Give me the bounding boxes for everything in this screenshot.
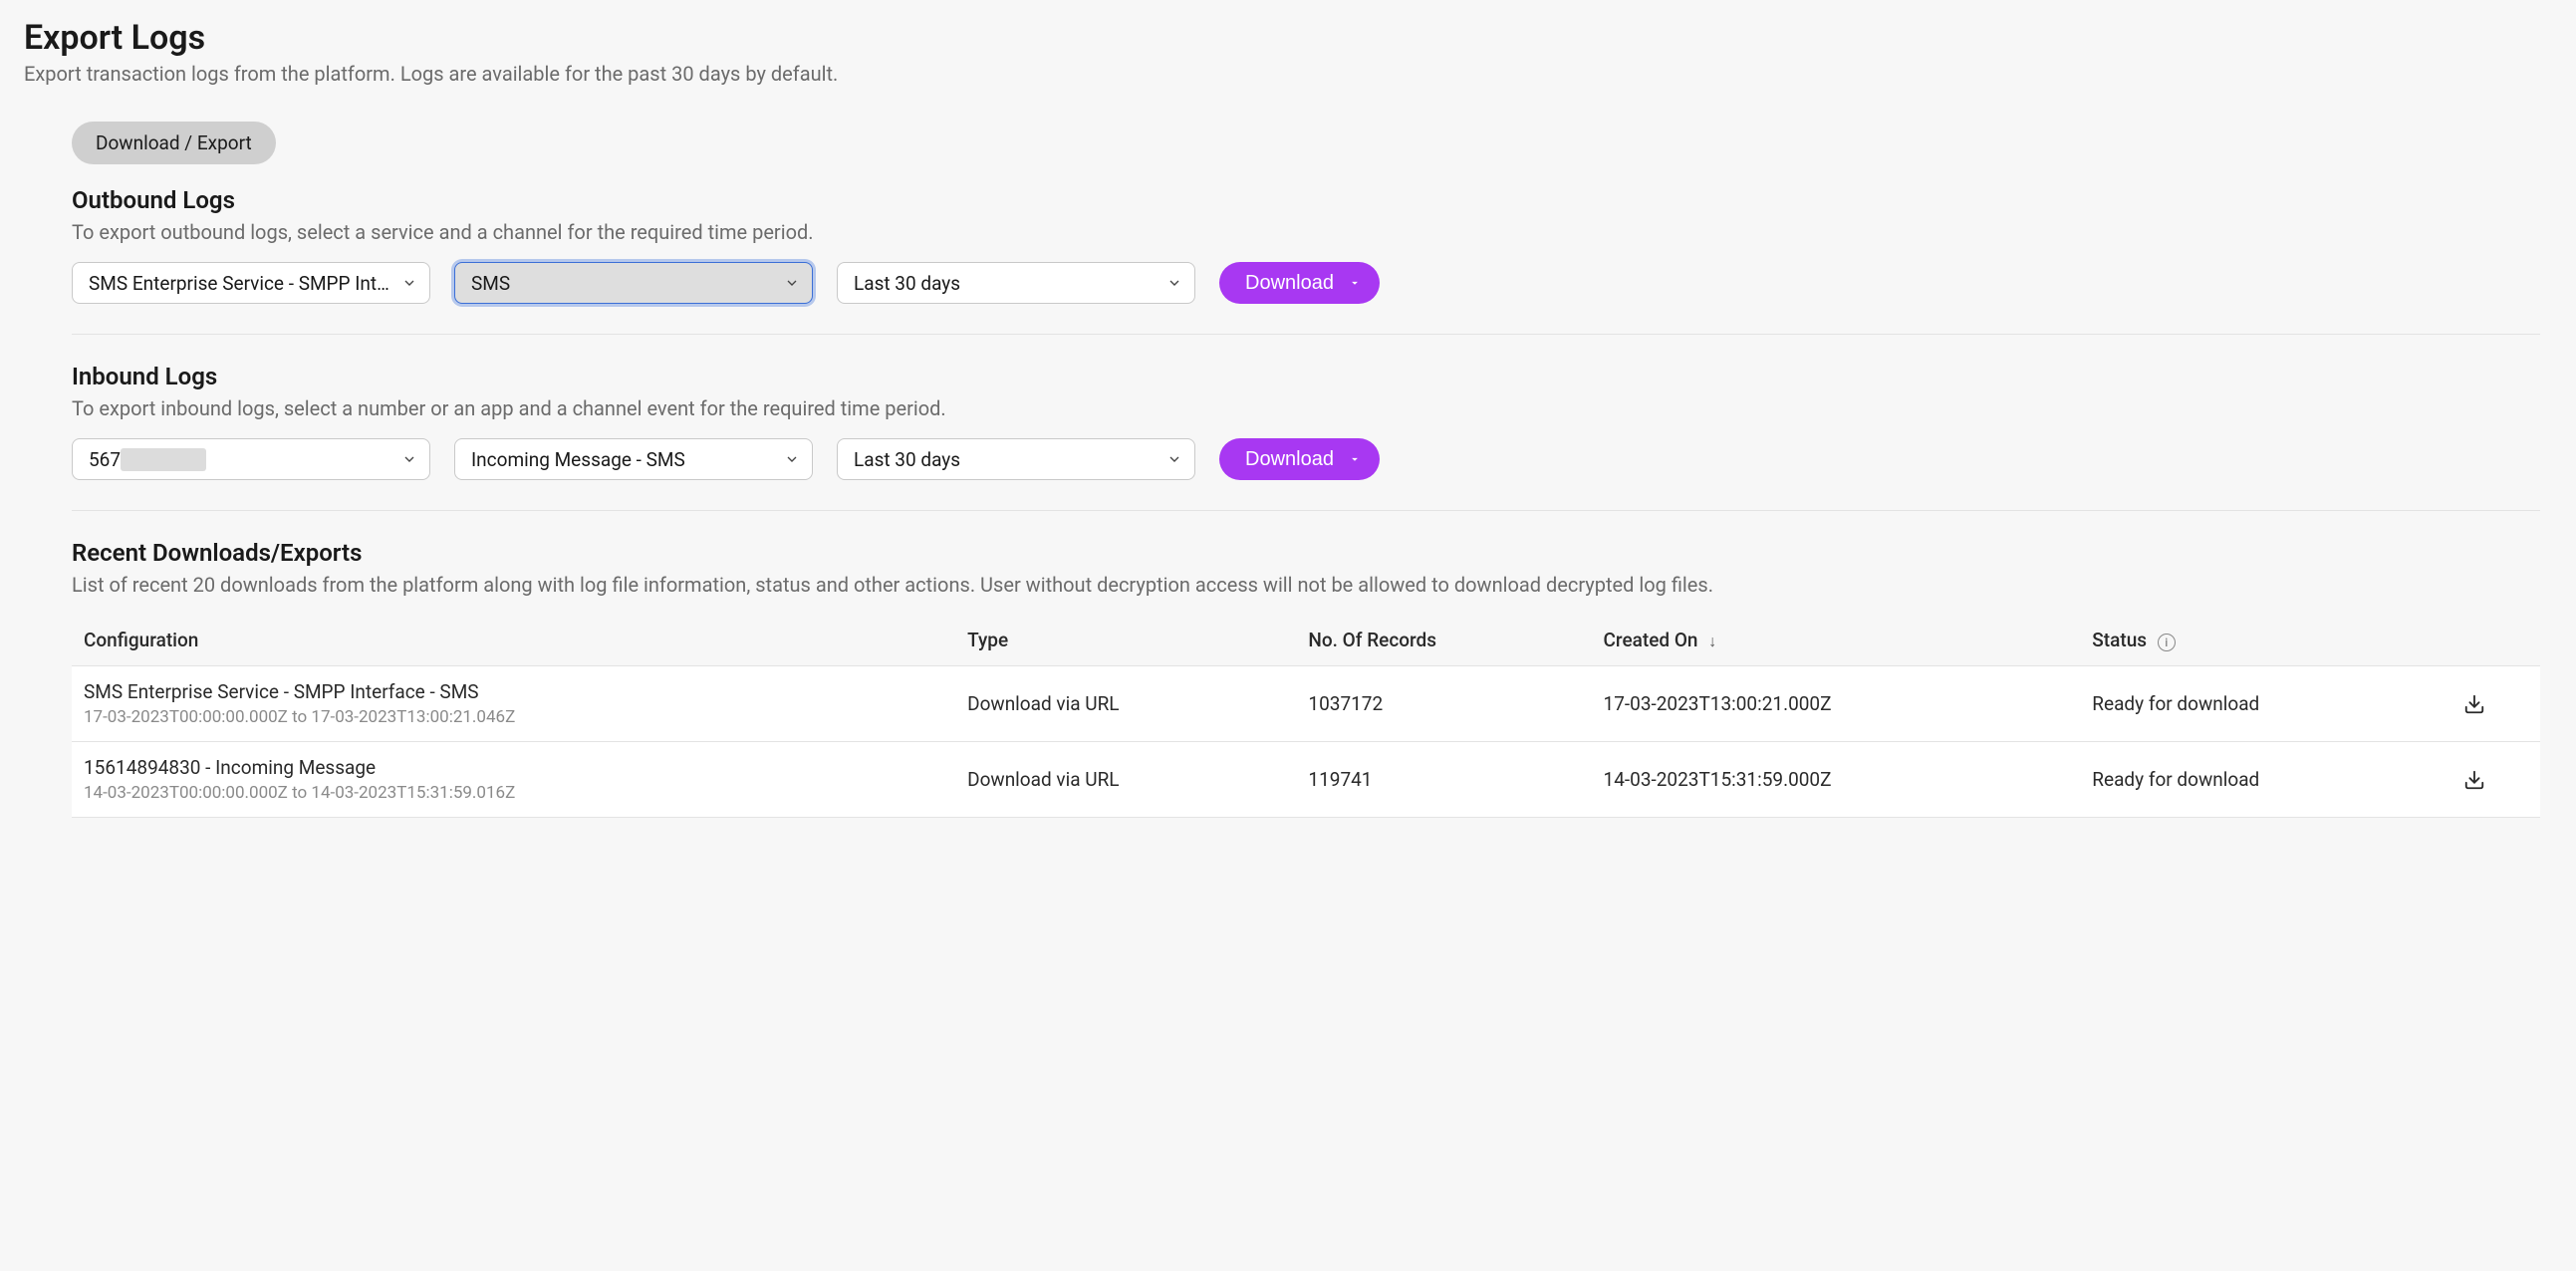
outbound-controls: SMS Enterprise Service - SMPP Interface …	[72, 262, 2540, 304]
outbound-channel-value: SMS	[471, 272, 510, 295]
cell-created: 17-03-2023T13:00:21.000Z	[1592, 666, 2081, 742]
chevron-down-icon	[784, 451, 800, 467]
divider	[72, 510, 2540, 511]
cell-records: 1037172	[1296, 666, 1591, 742]
inbound-number-prefix: 567	[89, 448, 121, 471]
outbound-download-button[interactable]: Download	[1219, 262, 1380, 304]
inbound-download-button[interactable]: Download	[1219, 438, 1380, 480]
config-main: SMS Enterprise Service - SMPP Interface …	[84, 680, 943, 703]
outbound-desc: To export outbound logs, select a servic…	[72, 220, 2540, 244]
inbound-title: Inbound Logs	[72, 363, 2540, 390]
config-sub: 17-03-2023T00:00:00.000Z to 17-03-2023T1…	[84, 707, 943, 727]
col-status[interactable]: Status i	[2080, 615, 2450, 666]
download-icon[interactable]	[2463, 693, 2528, 715]
inbound-event-select[interactable]: Incoming Message - SMS	[454, 438, 813, 480]
cell-type: Download via URL	[955, 742, 1296, 818]
config-main: 15614894830 - Incoming Message	[84, 756, 943, 779]
col-records[interactable]: No. Of Records	[1296, 615, 1591, 666]
chevron-down-icon	[784, 275, 800, 291]
table-row: SMS Enterprise Service - SMPP Interface …	[72, 666, 2540, 742]
cell-configuration: 15614894830 - Incoming Message 14-03-2023…	[72, 742, 955, 818]
outbound-period-select[interactable]: Last 30 days	[837, 262, 1195, 304]
inbound-controls: 567 Incoming Message - SMS Last 30 days …	[72, 438, 2540, 480]
recent-table: Configuration Type No. Of Records Create…	[72, 615, 2540, 818]
chevron-down-icon	[401, 275, 417, 291]
outbound-title: Outbound Logs	[72, 186, 2540, 214]
col-actions	[2451, 615, 2540, 666]
outbound-service-value: SMS Enterprise Service - SMPP Interface	[89, 272, 389, 295]
chevron-down-icon	[1166, 451, 1182, 467]
chevron-down-icon	[1166, 275, 1182, 291]
recent-title: Recent Downloads/Exports	[72, 539, 2540, 567]
page-title: Export Logs	[24, 18, 2552, 58]
redacted-number	[121, 448, 206, 471]
cell-action	[2451, 666, 2540, 742]
inbound-desc: To export inbound logs, select a number …	[72, 396, 2540, 420]
inbound-number-select[interactable]: 567	[72, 438, 430, 480]
cell-status: Ready for download	[2080, 666, 2450, 742]
config-sub: 14-03-2023T00:00:00.000Z to 14-03-2023T1…	[84, 783, 943, 803]
inbound-period-select[interactable]: Last 30 days	[837, 438, 1195, 480]
inbound-period-value: Last 30 days	[854, 448, 960, 471]
download-label: Download	[1245, 448, 1334, 471]
tab-download-export[interactable]: Download / Export	[72, 122, 276, 164]
col-created[interactable]: Created On ↓	[1592, 615, 2081, 666]
outbound-channel-select[interactable]: SMS	[454, 262, 813, 304]
download-label: Download	[1245, 272, 1334, 295]
download-icon[interactable]	[2463, 769, 2528, 791]
info-icon[interactable]: i	[2158, 634, 2176, 651]
caret-down-icon	[1348, 452, 1362, 466]
cell-type: Download via URL	[955, 666, 1296, 742]
table-row: 15614894830 - Incoming Message 14-03-2023…	[72, 742, 2540, 818]
cell-status: Ready for download	[2080, 742, 2450, 818]
outbound-period-value: Last 30 days	[854, 272, 960, 295]
caret-down-icon	[1348, 276, 1362, 290]
col-type[interactable]: Type	[955, 615, 1296, 666]
outbound-service-select[interactable]: SMS Enterprise Service - SMPP Interface	[72, 262, 430, 304]
divider	[72, 334, 2540, 335]
col-configuration[interactable]: Configuration	[72, 615, 955, 666]
inbound-number-value: 567	[89, 448, 206, 471]
page-subtitle: Export transaction logs from the platfor…	[24, 62, 2552, 86]
cell-created: 14-03-2023T15:31:59.000Z	[1592, 742, 2081, 818]
inbound-event-value: Incoming Message - SMS	[471, 448, 685, 471]
cell-action	[2451, 742, 2540, 818]
col-created-label: Created On	[1604, 629, 1698, 651]
recent-desc: List of recent 20 downloads from the pla…	[72, 573, 2540, 597]
col-status-label: Status	[2092, 629, 2147, 651]
sort-desc-icon: ↓	[1708, 632, 1716, 650]
chevron-down-icon	[401, 451, 417, 467]
cell-configuration: SMS Enterprise Service - SMPP Interface …	[72, 666, 955, 742]
cell-records: 119741	[1296, 742, 1591, 818]
